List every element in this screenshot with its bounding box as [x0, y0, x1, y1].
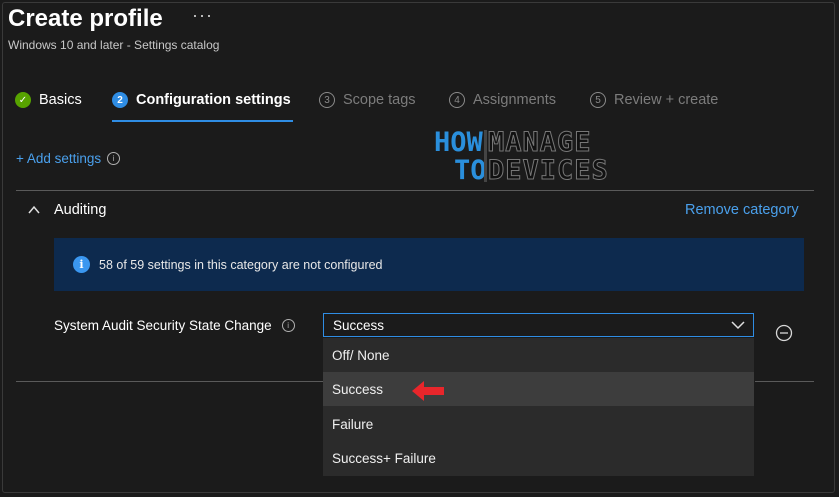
- logo-text: TO: [454, 155, 487, 186]
- info-banner: i 58 of 59 settings in this category are…: [54, 238, 804, 291]
- remove-setting-icon[interactable]: [775, 324, 793, 342]
- setting-dropdown[interactable]: Success: [323, 313, 754, 337]
- more-options-button[interactable]: ···: [192, 5, 213, 26]
- step-configuration-settings[interactable]: 2 Configuration settings: [112, 92, 291, 108]
- step-label: Basics: [39, 92, 82, 108]
- logo-text: HOW: [434, 127, 483, 158]
- step-basics[interactable]: ✓ Basics: [15, 92, 82, 108]
- dropdown-list: Off/ None Success Failure Success+ Failu…: [323, 338, 754, 476]
- step-label: Assignments: [473, 92, 557, 108]
- step-label: Review + create: [614, 92, 719, 108]
- info-icon[interactable]: i: [281, 319, 295, 332]
- step-label: Scope tags: [343, 92, 416, 108]
- step-number: 2: [112, 92, 128, 108]
- dropdown-option[interactable]: Success+ Failure: [323, 441, 754, 475]
- divider: [16, 190, 814, 191]
- info-banner-text: 58 of 59 settings in this category are n…: [99, 257, 383, 272]
- divider: [755, 381, 814, 382]
- dropdown-value: Success: [333, 317, 385, 333]
- step-number: 4: [449, 92, 465, 108]
- dropdown-option[interactable]: Failure: [323, 407, 754, 441]
- watermark-logo: HOW TO MANAGE DEVICES: [434, 127, 616, 187]
- chevron-down-icon: [731, 321, 745, 330]
- active-step-underline: [112, 120, 293, 122]
- step-assignments[interactable]: 4 Assignments: [449, 92, 556, 108]
- add-settings-link[interactable]: + Add settings i: [16, 151, 121, 166]
- step-number: 3: [319, 92, 335, 108]
- add-settings-label: + Add settings: [16, 151, 102, 166]
- info-icon[interactable]: i: [107, 152, 121, 165]
- divider: [16, 381, 324, 382]
- step-label: Configuration settings: [136, 92, 291, 108]
- info-icon: i: [73, 256, 90, 273]
- logo-divider: [484, 130, 487, 182]
- setting-label: System Audit Security State Change: [54, 318, 272, 333]
- remove-category-link[interactable]: Remove category: [685, 202, 799, 218]
- dropdown-option[interactable]: Success: [323, 372, 754, 406]
- chevron-up-icon[interactable]: [27, 203, 41, 217]
- dropdown-option[interactable]: Off/ None: [323, 338, 754, 372]
- step-review-create[interactable]: 5 Review + create: [590, 92, 718, 108]
- page-title: Create profile: [8, 5, 163, 32]
- page-subtitle: Windows 10 and later - Settings catalog: [8, 38, 220, 52]
- category-title[interactable]: Auditing: [54, 202, 106, 218]
- step-scope-tags[interactable]: 3 Scope tags: [319, 92, 416, 108]
- logo-text: MANAGE: [488, 127, 592, 159]
- step-number: 5: [590, 92, 606, 108]
- red-arrow-icon: [412, 381, 444, 401]
- logo-text: DEVICES: [488, 155, 609, 187]
- checkmark-icon: ✓: [15, 92, 31, 108]
- setting-row: System Audit Security State Change i: [54, 318, 295, 333]
